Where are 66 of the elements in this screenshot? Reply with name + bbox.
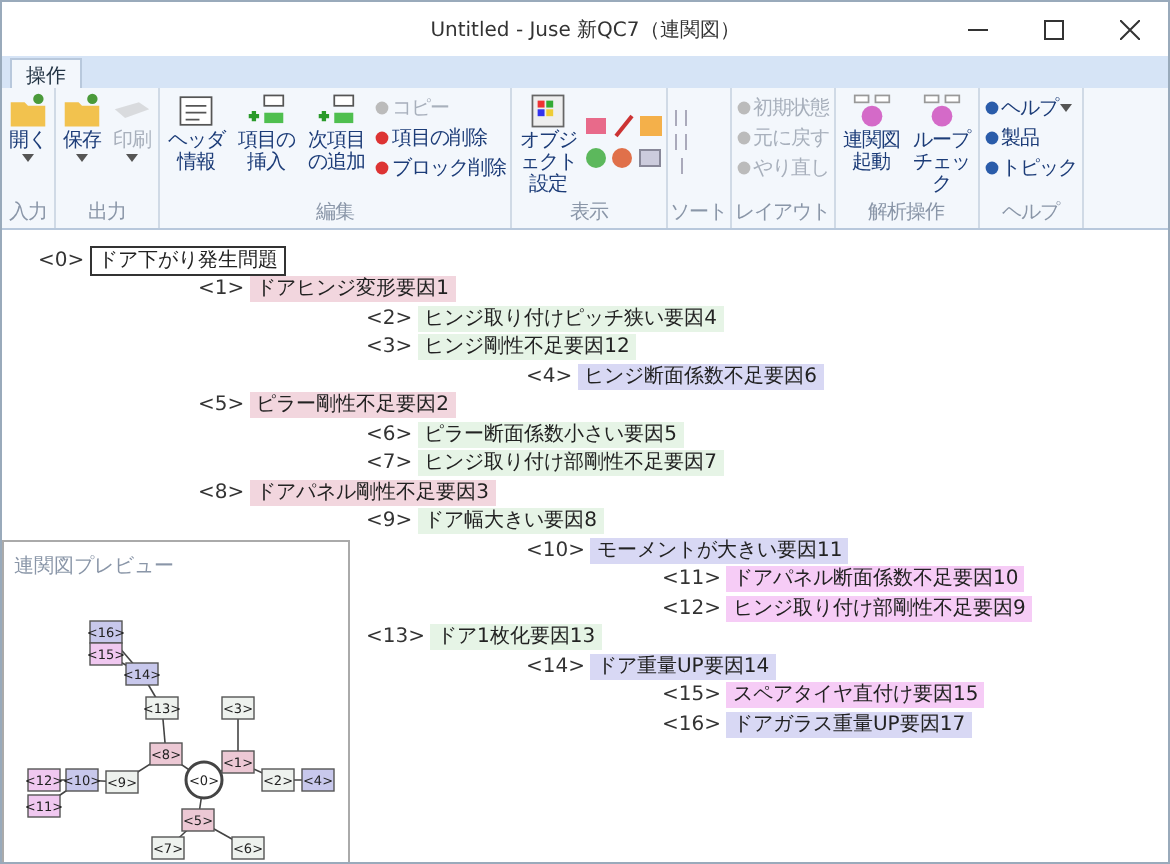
tree-item[interactable]: ドア重量UP要因14 — [590, 653, 776, 680]
item-number: <2> — [366, 307, 413, 330]
group-label: 出力 — [86, 202, 128, 226]
item-number: <0> — [38, 249, 85, 272]
group-label: レイアウト — [733, 202, 831, 226]
ribbon-button[interactable]: ループチェック — [907, 92, 975, 196]
ribbon-button[interactable]: トピック — [981, 152, 1079, 182]
item-number: <13> — [366, 626, 425, 649]
ribbon-button[interactable]: ヘッダ情報 — [162, 92, 230, 174]
tree-item[interactable]: スペアタイヤ直付け要因15 — [726, 682, 985, 709]
caret-icon — [126, 154, 138, 162]
tree-item[interactable]: ヒンジ取り付け部剛性不足要因7 — [418, 450, 723, 477]
tree-item[interactable]: ドアパネル剛性不足要因3 — [250, 479, 495, 506]
item-number: <8> — [198, 481, 245, 504]
color-tools-icon[interactable] — [584, 114, 664, 138]
group-label: 入力 — [7, 202, 49, 226]
maximize-icon[interactable] — [1044, 20, 1064, 40]
tree-item[interactable]: ドアガラス重量UP要因17 — [726, 711, 972, 738]
ribbon-button[interactable]: 保存 — [58, 92, 106, 162]
window-title: Untitled - Juse 新QC7（連関図） — [430, 17, 740, 43]
item-number: <16> — [662, 713, 721, 736]
tree-item[interactable]: ヒンジ断面係数不足要因6 — [578, 363, 823, 390]
item-number: <3> — [366, 336, 413, 359]
caret-icon — [76, 154, 88, 162]
item-number: <14> — [526, 655, 585, 678]
item-number: <12> — [662, 597, 721, 620]
ribbon-button[interactable]: 項目の削除 — [372, 122, 508, 152]
group-label: 解析操作 — [866, 202, 947, 226]
tree-item[interactable]: ドア下がり発生問題 — [90, 245, 287, 276]
tree-item[interactable]: ヒンジ剛性不足要因12 — [418, 334, 636, 361]
item-number: <1> — [198, 278, 245, 301]
item-number: <5> — [198, 394, 245, 417]
tree-item[interactable]: ドア幅大きい要因8 — [418, 508, 603, 535]
item-number: <10> — [526, 539, 585, 562]
tree-item[interactable]: ヒンジ取り付け部剛性不足要因9 — [726, 595, 1032, 622]
tree-item[interactable]: ドアパネル断面係数不足要因10 — [726, 566, 1025, 593]
ribbon-button[interactable]: 連関図起動 — [837, 92, 905, 174]
close-icon[interactable] — [1120, 20, 1140, 40]
ribbon-button[interactable]: 開く — [4, 92, 52, 162]
caret-icon — [1060, 103, 1072, 111]
item-number: <4> — [526, 365, 573, 388]
ribbon-button[interactable]: ヘルプ — [981, 92, 1079, 122]
ribbon-button[interactable]: 製品 — [981, 122, 1079, 152]
ribbon-tab[interactable]: 操作 — [10, 58, 82, 88]
group-label: 編集 — [314, 202, 356, 226]
item-number: <6> — [366, 423, 413, 446]
caret-icon — [22, 154, 34, 162]
panel-title: 連関図プレビュー — [14, 553, 174, 580]
item-number: <9> — [366, 510, 413, 533]
tree-item[interactable]: ピラー剛性不足要因2 — [250, 392, 455, 419]
item-number: <15> — [662, 684, 721, 707]
tree-item[interactable]: モーメントが大きい要因11 — [590, 537, 849, 564]
ribbon-button[interactable]: ブロック削除 — [372, 152, 508, 182]
tree-item[interactable]: ドア1枚化要因13 — [430, 624, 602, 651]
group-label: ヘルプ — [999, 202, 1062, 226]
group-label: 表示 — [568, 202, 611, 226]
zoom-icon[interactable] — [584, 146, 664, 170]
tree-item[interactable]: ヒンジ取り付けピッチ狭い要因4 — [418, 305, 723, 332]
item-number: <7> — [366, 452, 413, 475]
group-label: ソート — [670, 202, 727, 226]
tree-item[interactable]: ピラー断面係数小さい要因5 — [418, 421, 683, 448]
item-number: <11> — [662, 568, 721, 591]
ribbon-button[interactable]: オブジェクト設定 — [514, 92, 582, 196]
tree-item[interactable]: ドアヒンジ変形要因1 — [250, 276, 455, 303]
ribbon-button[interactable]: 次項目の追加 — [302, 92, 370, 174]
ribbon-button[interactable]: 項目の挿入 — [232, 92, 300, 174]
